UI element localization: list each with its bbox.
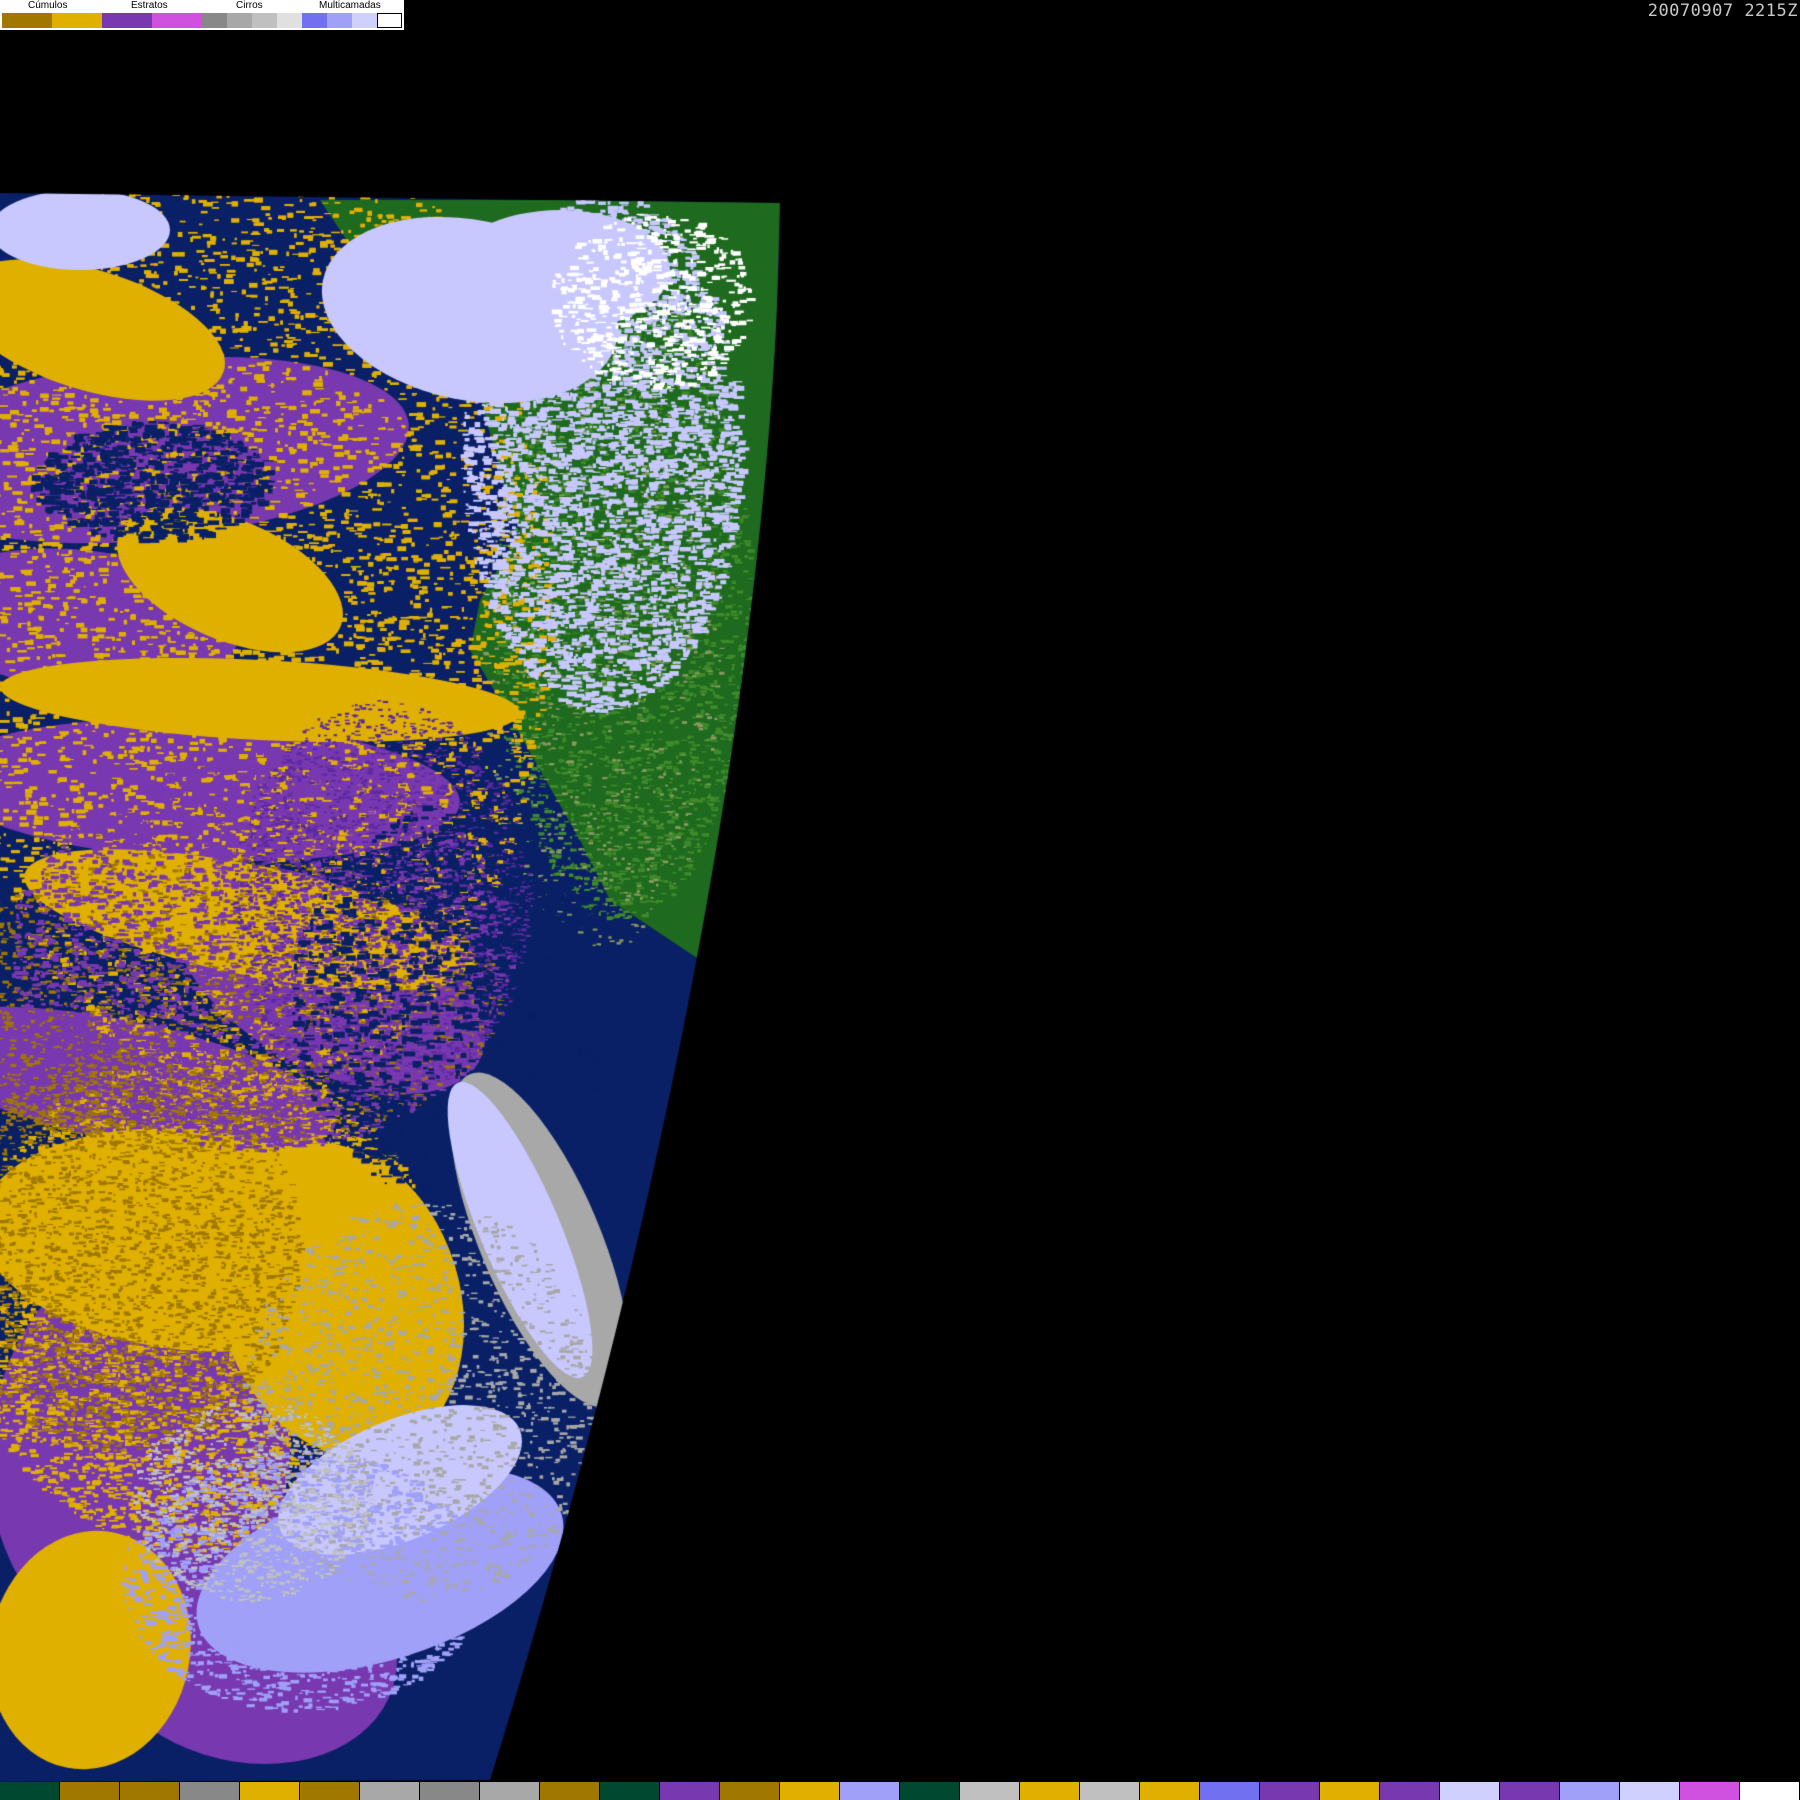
- strip-cell: [480, 1782, 540, 1800]
- satellite-cloud-classification-map: [0, 0, 1800, 1800]
- legend-swatch-3-0: [302, 13, 327, 28]
- strip-cell: [660, 1782, 720, 1800]
- strip-cell: [540, 1782, 600, 1800]
- strip-cell: [1560, 1782, 1620, 1800]
- strip-cell: [1260, 1782, 1320, 1800]
- legend-label-multicamadas: Multicamadas: [319, 0, 381, 11]
- strip-cell: [420, 1782, 480, 1800]
- legend-swatch-1-1: [152, 13, 202, 28]
- legend-swatches: [2, 13, 402, 28]
- legend-label-cirros: Cirros: [236, 0, 263, 11]
- bottom-color-strip: [0, 1782, 1800, 1800]
- strip-cell: [720, 1782, 780, 1800]
- strip-cell: [1620, 1782, 1680, 1800]
- strip-cell: [120, 1782, 180, 1800]
- legend-swatch-3-2: [352, 13, 377, 28]
- legend-swatch-2-0: [202, 13, 227, 28]
- strip-cell: [0, 1782, 60, 1800]
- strip-cell: [1440, 1782, 1500, 1800]
- strip-cell: [1320, 1782, 1380, 1800]
- legend-swatch-2-2: [252, 13, 277, 28]
- strip-cell: [1380, 1782, 1440, 1800]
- legend-labels: Cúmulos Estratos Cirros Multicamadas: [0, 0, 404, 12]
- strip-cell: [1080, 1782, 1140, 1800]
- legend-swatch-3-3: [377, 13, 402, 28]
- strip-cell: [780, 1782, 840, 1800]
- legend-swatch-2-1: [227, 13, 252, 28]
- strip-cell: [1140, 1782, 1200, 1800]
- legend-swatch-2-3: [277, 13, 302, 28]
- strip-cell: [1500, 1782, 1560, 1800]
- legend-swatch-0-0: [2, 13, 52, 28]
- cloud-type-legend: Cúmulos Estratos Cirros Multicamadas: [0, 0, 404, 30]
- legend-swatch-3-1: [327, 13, 352, 28]
- strip-cell: [180, 1782, 240, 1800]
- strip-cell: [1020, 1782, 1080, 1800]
- strip-cell: [900, 1782, 960, 1800]
- legend-swatch-0-1: [52, 13, 102, 28]
- legend-label-estratos: Estratos: [131, 0, 168, 11]
- strip-cell: [240, 1782, 300, 1800]
- strip-cell: [60, 1782, 120, 1800]
- strip-cell: [1680, 1782, 1740, 1800]
- strip-cell: [1200, 1782, 1260, 1800]
- strip-cell: [840, 1782, 900, 1800]
- strip-cell: [360, 1782, 420, 1800]
- legend-swatch-1-0: [102, 13, 152, 28]
- strip-cell: [300, 1782, 360, 1800]
- strip-cell: [1740, 1782, 1800, 1800]
- legend-label-cumulos: Cúmulos: [28, 0, 68, 11]
- strip-cell: [960, 1782, 1020, 1800]
- strip-cell: [600, 1782, 660, 1800]
- image-timestamp: 20070907 2215Z: [1647, 1, 1798, 21]
